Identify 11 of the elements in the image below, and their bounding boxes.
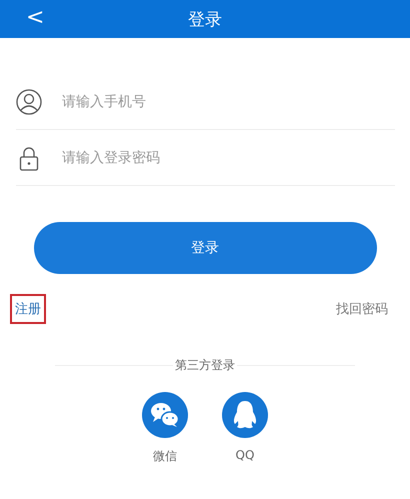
penguin-icon[interactable] — [222, 392, 268, 438]
login-button[interactable]: 登录 — [34, 222, 376, 274]
register-link[interactable]: 注册 — [10, 294, 46, 324]
forgot-password-link[interactable]: 找回密码 — [336, 300, 388, 318]
page-title: 登录 — [188, 8, 222, 30]
login-option-label: 微信 — [153, 448, 177, 465]
chat-bubbles-icon[interactable] — [142, 392, 188, 438]
section-title: 第三方登录 — [173, 357, 237, 373]
user-icon — [16, 88, 42, 114]
back-button[interactable]: < — [20, 4, 50, 32]
login-option-label: QQ — [236, 448, 254, 462]
